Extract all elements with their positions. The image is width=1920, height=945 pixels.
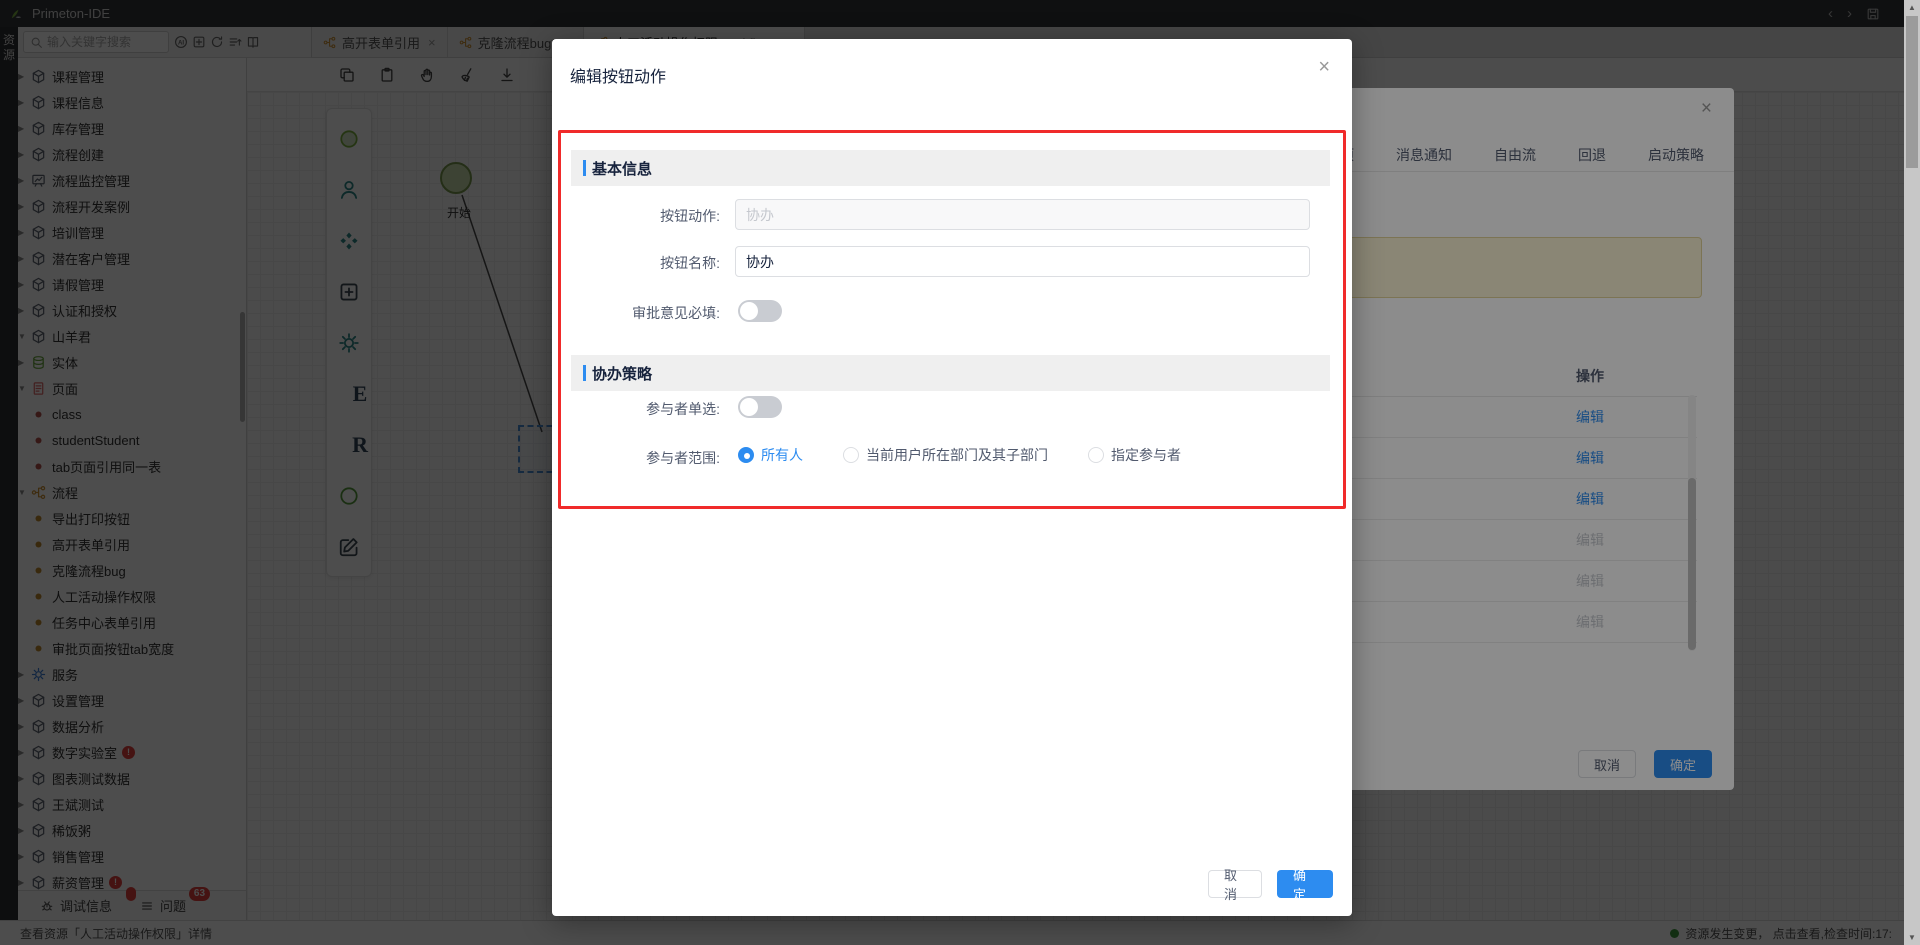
- modal-title: 编辑按钮动作: [570, 69, 667, 86]
- toggle-knob: [740, 398, 758, 416]
- button-action-label: 按钮动作:: [660, 208, 720, 224]
- section-accent-bar: [583, 365, 586, 381]
- comment-required-toggle[interactable]: [738, 300, 782, 322]
- radio-label: 当前用户所在部门及其子部门: [866, 447, 1048, 463]
- scope-radio-group: 所有人 当前用户所在部门及其子部门 指定参与者: [738, 445, 1181, 465]
- radio-option[interactable]: 当前用户所在部门及其子部门: [843, 445, 1048, 465]
- section-strategy: 协办策略: [571, 355, 1330, 391]
- radio-option[interactable]: 指定参与者: [1088, 445, 1181, 465]
- edit-button-action-modal: 编辑按钮动作 × 基本信息 按钮动作: 按钮名称: 审批意见必填: 协办策略 参…: [552, 39, 1352, 916]
- single-participant-toggle[interactable]: [738, 396, 782, 418]
- browser-scrollbar[interactable]: ▲ ▼: [1904, 0, 1920, 945]
- section-accent-bar: [583, 160, 586, 176]
- section-title: 基本信息: [592, 160, 653, 178]
- cancel-button[interactable]: 取消: [1208, 868, 1262, 902]
- radio-icon: [843, 447, 859, 463]
- toggle-knob: [740, 302, 758, 320]
- single-participant-label: 参与者单选:: [646, 401, 720, 417]
- scope-label: 参与者范围:: [646, 450, 720, 466]
- ok-button[interactable]: 确定: [1277, 868, 1333, 902]
- button-name-input[interactable]: [735, 246, 1310, 277]
- primeton-ide-window: Primeton-IDE ‹ › 资源 高开表单引用 × 克隆流程bug* ×: [0, 0, 1920, 945]
- radio-icon: [1088, 447, 1104, 463]
- section-title: 协办策略: [592, 365, 653, 383]
- radio-option[interactable]: 所有人: [738, 445, 803, 465]
- modal-close-icon[interactable]: ×: [1318, 57, 1330, 77]
- button-action-input[interactable]: [735, 199, 1310, 230]
- radio-icon: [738, 447, 754, 463]
- radio-label: 指定参与者: [1111, 447, 1181, 463]
- scroll-up-icon[interactable]: ▲: [1908, 3, 1916, 12]
- radio-label: 所有人: [761, 447, 803, 463]
- button-name-label: 按钮名称:: [660, 255, 720, 271]
- comment-required-label: 审批意见必填:: [632, 305, 720, 321]
- scrollbar-thumb[interactable]: [1906, 16, 1918, 168]
- scroll-down-icon[interactable]: ▼: [1908, 933, 1916, 942]
- section-basic-info: 基本信息: [571, 150, 1330, 186]
